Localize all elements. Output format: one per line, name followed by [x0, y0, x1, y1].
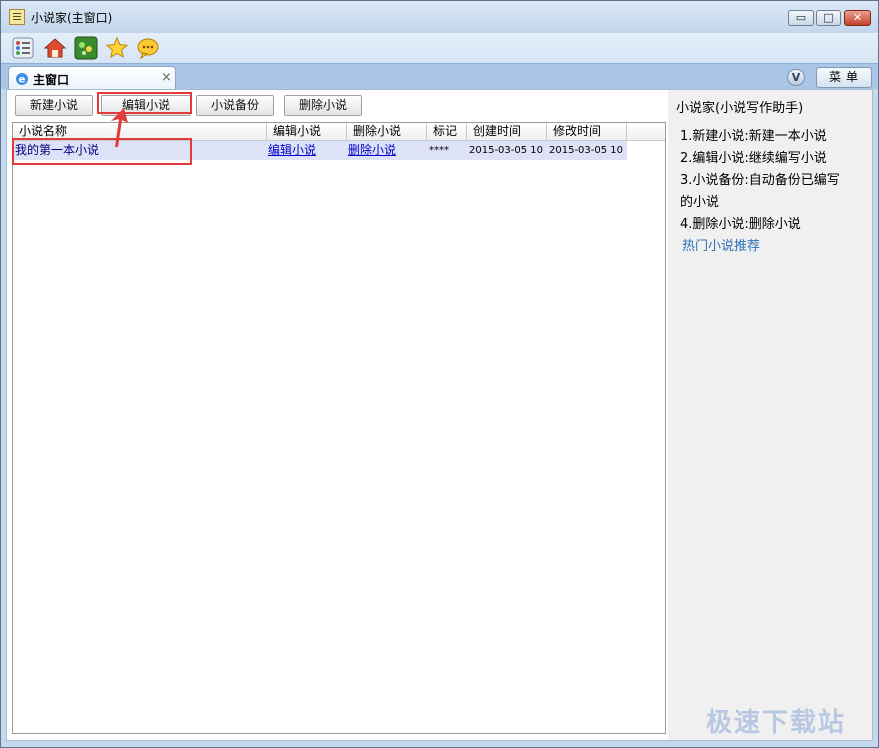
- edit-novel-link[interactable]: 编辑小说: [267, 141, 347, 160]
- chat-icon[interactable]: [136, 36, 160, 60]
- app-notebook-icon: [9, 9, 25, 25]
- tab-label: 主窗口: [33, 73, 70, 87]
- highlight-box-novel-row: [12, 138, 192, 165]
- toolbar: [1, 33, 878, 63]
- created-time-cell: 2015-03-05 10: [469, 145, 544, 156]
- maximize-button[interactable]: □: [816, 10, 841, 26]
- modified-time-cell: 2015-03-05 10: [549, 145, 624, 156]
- window-title: 小说家(主窗口): [31, 11, 113, 25]
- annotation-arrow-icon: [106, 107, 132, 147]
- help-line: 2.编辑小说:继续编写小说: [680, 151, 827, 166]
- mark-cell: ****: [429, 145, 449, 156]
- title-bar: 小说家(主窗口) ▭ □ ✕: [1, 1, 878, 33]
- delete-novel-link[interactable]: 删除小说: [347, 141, 427, 160]
- new-novel-button[interactable]: 新建小说: [15, 95, 93, 116]
- version-button[interactable]: V: [787, 69, 805, 86]
- novel-list: 小说名称 编辑小说 删除小说 标记 创建时间 修改时间 我的第一本小说 编辑小说…: [12, 122, 666, 734]
- main-window: 小说家(主窗口) ▭ □ ✕ e 主窗口 × V 菜单 新建小说 编辑小说 小说…: [0, 0, 879, 748]
- watermark: 极速下载站: [706, 708, 847, 738]
- game-icon[interactable]: [74, 36, 98, 60]
- menu-button[interactable]: 菜单: [816, 67, 872, 88]
- col-header-edit[interactable]: 编辑小说: [267, 123, 347, 141]
- content-area: 新建小说 编辑小说 小说备份 删除小说 小说名称 编辑小说 删除小说 标记 创建…: [6, 89, 873, 741]
- hot-novels-link[interactable]: 热门小说推荐: [682, 235, 760, 254]
- settings-icon[interactable]: [11, 36, 35, 60]
- col-header-modified[interactable]: 修改时间: [547, 123, 627, 141]
- minimize-button[interactable]: ▭: [788, 10, 814, 26]
- col-header-mark[interactable]: 标记: [427, 123, 467, 141]
- close-button[interactable]: ✕: [844, 10, 871, 26]
- tab-close-icon[interactable]: ×: [161, 70, 172, 85]
- help-line: 的小说: [680, 195, 720, 210]
- home-icon[interactable]: [43, 36, 67, 60]
- tab-main-window[interactable]: e 主窗口 ×: [8, 66, 176, 90]
- col-header-created[interactable]: 创建时间: [467, 123, 547, 141]
- backup-novel-button[interactable]: 小说备份: [196, 95, 274, 116]
- help-title: 小说家(小说写作助手): [676, 101, 804, 116]
- delete-novel-button[interactable]: 删除小说: [284, 95, 362, 116]
- col-header-delete[interactable]: 删除小说: [347, 123, 427, 141]
- help-line: 1.新建小说:新建一本小说: [680, 129, 827, 144]
- help-panel: 小说家(小说写作助手) 1.新建小说:新建一本小说 2.编辑小说:继续编写小说 …: [668, 90, 872, 740]
- tab-strip: e 主窗口 × V 菜单: [1, 63, 878, 90]
- help-line: 3.小说备份:自动备份已编写: [680, 173, 840, 188]
- browser-icon: e: [15, 72, 29, 86]
- svg-text:e: e: [19, 75, 26, 86]
- help-line: 4.删除小说:删除小说: [680, 217, 801, 232]
- star-icon[interactable]: [105, 36, 129, 60]
